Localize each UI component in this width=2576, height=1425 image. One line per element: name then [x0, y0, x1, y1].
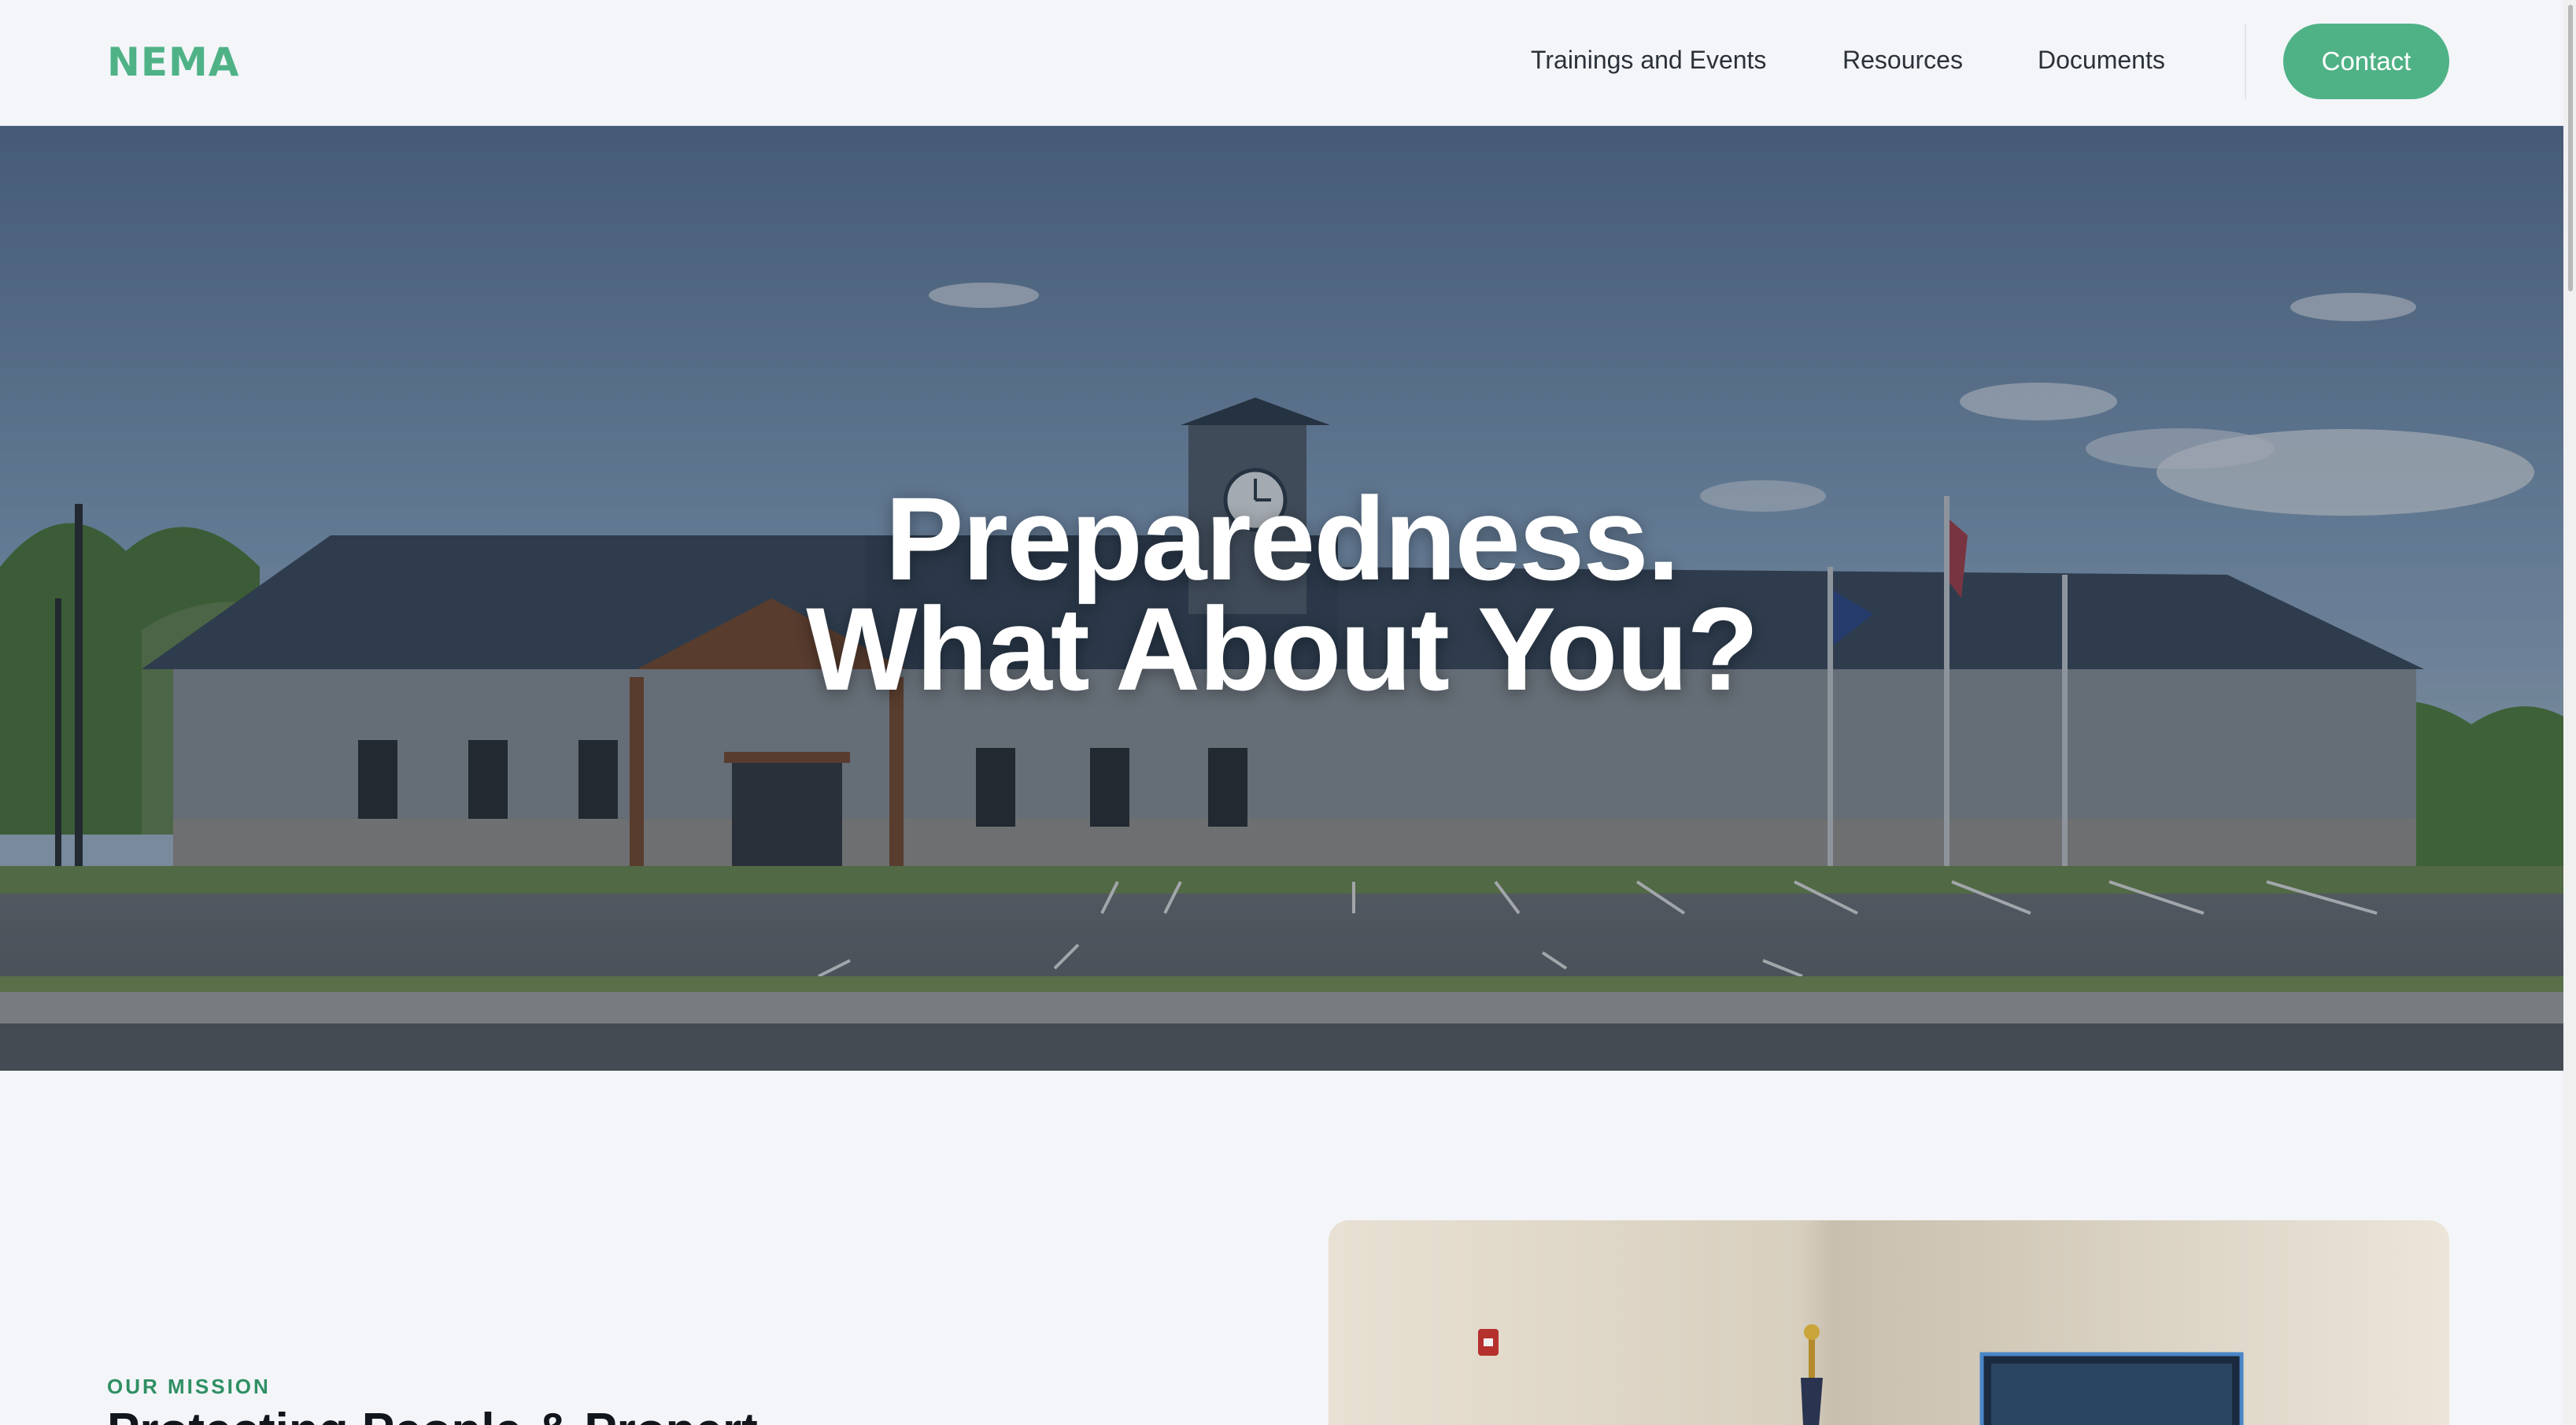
- hero-section: Preparedness. What About You?: [0, 126, 2563, 1071]
- mission-title: Protecting People & Propert: [107, 1403, 758, 1425]
- nav-link-trainings-events[interactable]: Trainings and Events: [1531, 46, 1766, 75]
- nav-link-resources[interactable]: Resources: [1842, 46, 1963, 75]
- mission-room-photo: [1329, 1220, 2449, 1425]
- nav-divider: [2245, 24, 2246, 99]
- nav-link-documents[interactable]: Documents: [2038, 46, 2165, 75]
- operations-room-photo: [1329, 1220, 2449, 1425]
- hero-headline-line-2: What About You?: [806, 583, 1759, 715]
- contact-button[interactable]: Contact: [2283, 24, 2449, 99]
- site-header: NEMA Trainings and Events Resources Docu…: [0, 0, 2563, 126]
- hero-headline-line-1: Preparedness.: [885, 472, 1680, 605]
- scrollbar-thumb[interactable]: [2568, 5, 2573, 291]
- hero-headline: Preparedness. What About You?: [0, 472, 2563, 715]
- site-logo[interactable]: NEMA: [107, 39, 239, 85]
- mission-eyebrow: OUR MISSION: [107, 1375, 271, 1398]
